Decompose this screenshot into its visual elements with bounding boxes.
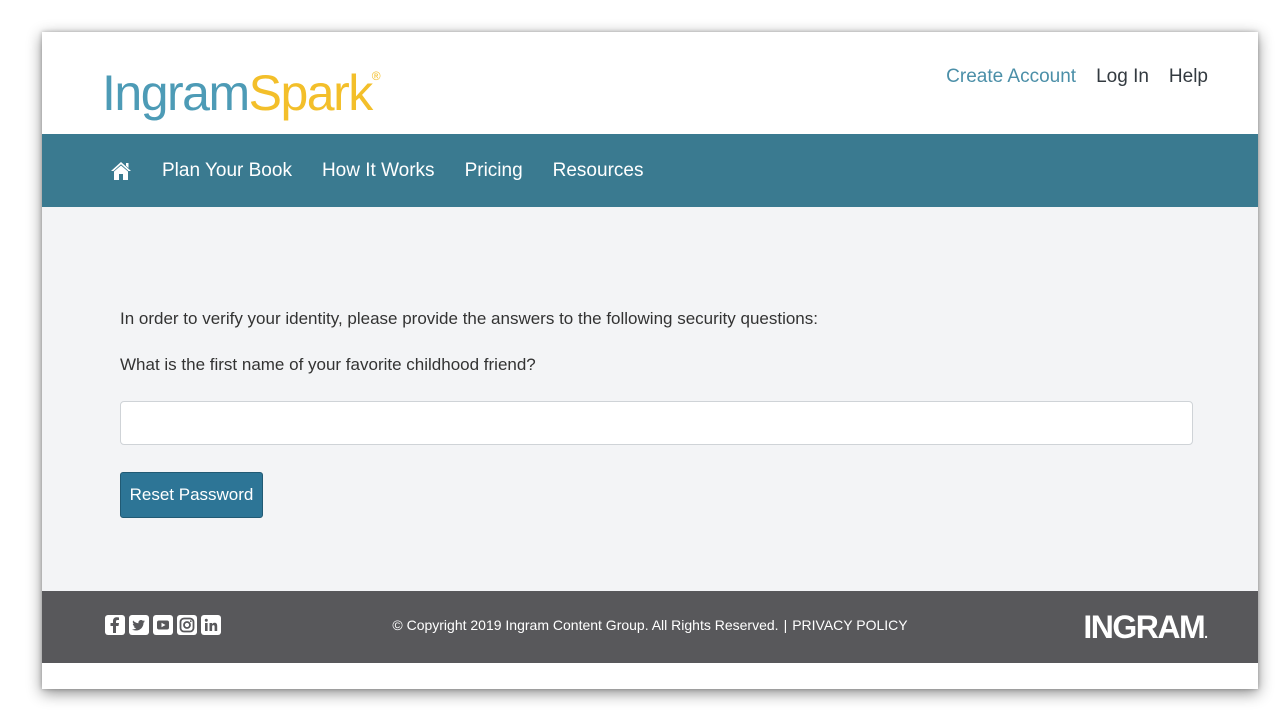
reset-password-button[interactable]: Reset Password bbox=[120, 472, 263, 518]
main-nav: Plan Your Book How It Works Pricing Reso… bbox=[42, 134, 1258, 207]
security-answer-input[interactable] bbox=[120, 401, 1193, 445]
security-question: What is the first name of your favorite … bbox=[120, 355, 536, 374]
nav-plan-your-book[interactable]: Plan Your Book bbox=[162, 160, 292, 182]
site-footer: © Copyright 2019 Ingram Content Group. A… bbox=[42, 591, 1258, 663]
privacy-policy-link[interactable]: PRIVACY POLICY bbox=[792, 617, 907, 633]
log-in-link[interactable]: Log In bbox=[1096, 66, 1149, 88]
ingram-logo-text: INGRAM bbox=[1083, 609, 1205, 645]
bottom-strip bbox=[42, 663, 1258, 689]
main-content: In order to verify your identity, please… bbox=[42, 207, 1258, 591]
help-link[interactable]: Help bbox=[1169, 66, 1208, 88]
instructions-text: In order to verify your identity, please… bbox=[120, 309, 818, 328]
top-links: Create Account Log In Help bbox=[946, 66, 1208, 88]
nav-resources[interactable]: Resources bbox=[553, 160, 644, 182]
logo-registered-mark: ® bbox=[371, 69, 381, 83]
logo-text-ingram: Ingram bbox=[102, 65, 250, 121]
nav-pricing[interactable]: Pricing bbox=[465, 160, 523, 182]
copyright-text: © Copyright 2019 Ingram Content Group. A… bbox=[42, 617, 1258, 633]
logo-text-spark: Spark bbox=[248, 65, 374, 121]
home-icon[interactable] bbox=[110, 161, 132, 181]
nav-items: Plan Your Book How It Works Pricing Reso… bbox=[162, 160, 643, 182]
ingram-logo-dot: . bbox=[1204, 625, 1208, 641]
site-header: IngramSpark® Create Account Log In Help bbox=[42, 32, 1258, 134]
ingram-logo[interactable]: INGRAM. bbox=[1083, 609, 1208, 646]
copyright-notice: © Copyright 2019 Ingram Content Group. A… bbox=[392, 617, 779, 633]
nav-how-it-works[interactable]: How It Works bbox=[322, 160, 435, 182]
browser-page: IngramSpark® Create Account Log In Help … bbox=[42, 32, 1258, 689]
footer-separator: | bbox=[783, 617, 788, 633]
ingramspark-logo[interactable]: IngramSpark® bbox=[102, 46, 381, 123]
create-account-link[interactable]: Create Account bbox=[946, 66, 1076, 88]
